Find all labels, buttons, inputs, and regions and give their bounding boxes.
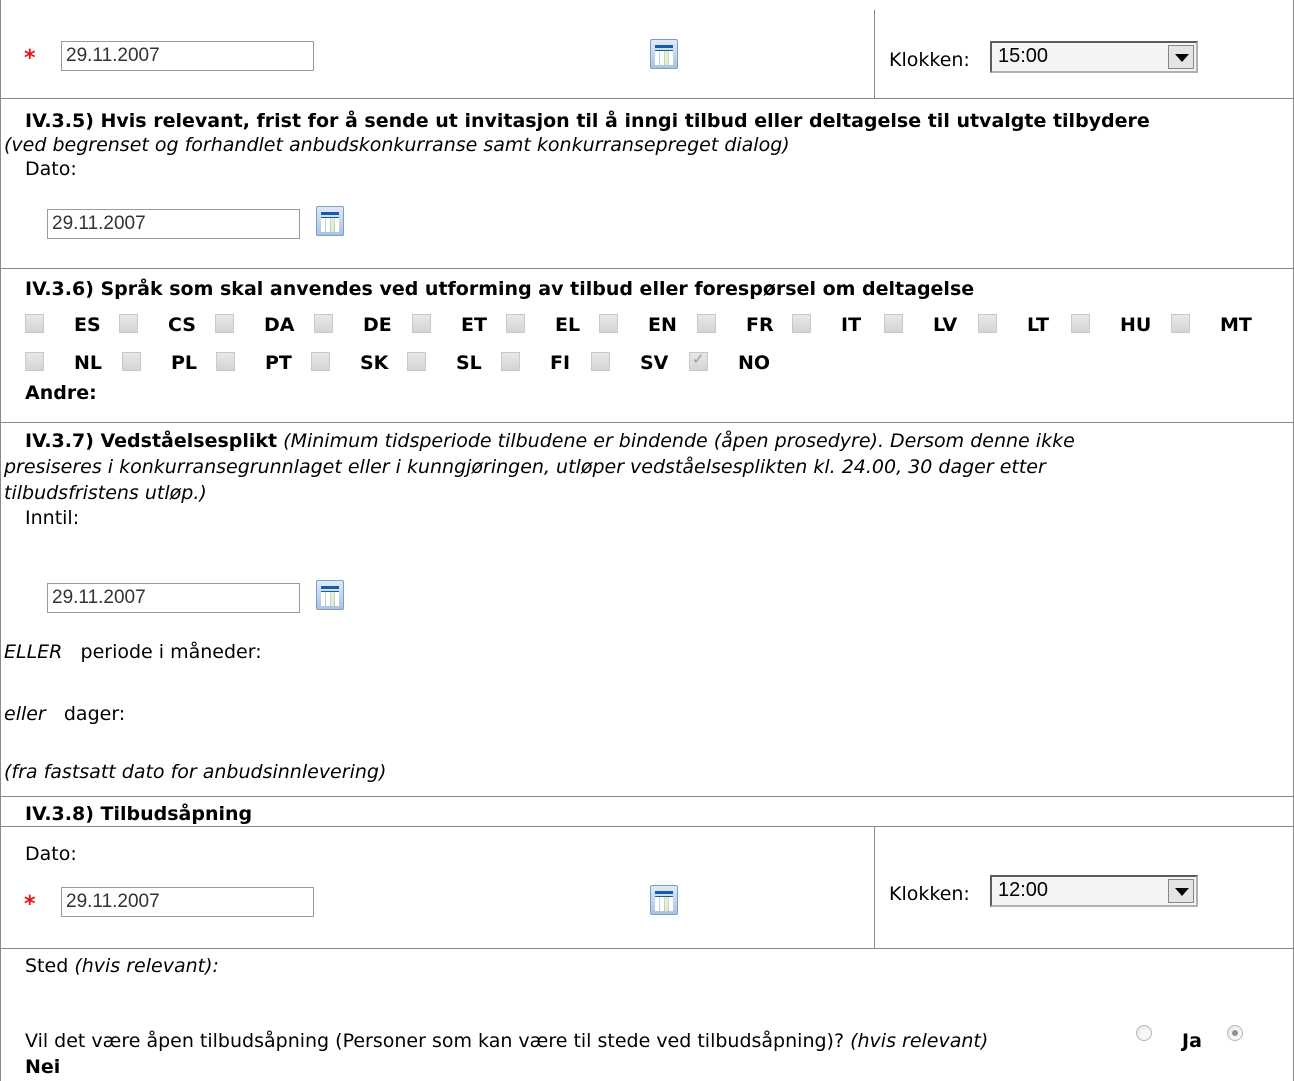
checkbox-da[interactable]: [215, 314, 234, 333]
checkbox-it[interactable]: [792, 314, 811, 333]
calendar-icon[interactable]: [650, 885, 678, 915]
from-date-note: (fra fastsatt dato for anbudsinnlevering…: [4, 761, 387, 783]
lang-label-es: ES: [74, 314, 101, 336]
checkbox-nl[interactable]: [25, 352, 44, 371]
section-note-437-line3: tilbudsfristens utløp.): [4, 482, 207, 504]
months-line: ELLER periode i måneder:: [4, 641, 262, 663]
until-date-input[interactable]: 29.11.2007: [47, 583, 300, 613]
lang-label-da: DA: [264, 314, 295, 336]
checkbox-hu[interactable]: [1071, 314, 1090, 333]
checkbox-de[interactable]: [314, 314, 333, 333]
or-lower-label: eller: [4, 703, 46, 725]
lang-label-mt: MT: [1220, 314, 1252, 336]
date-label-435: Dato:: [25, 158, 77, 180]
lang-label-no: NO: [738, 352, 771, 374]
chevron-down-icon[interactable]: [1168, 879, 1194, 903]
lang-label-lv: LV: [933, 314, 958, 336]
row-divider: [0, 268, 1294, 269]
days-label: dager:: [63, 703, 126, 725]
checkbox-no[interactable]: [689, 350, 708, 371]
checkbox-et[interactable]: [412, 314, 431, 333]
place-line: Sted (hvis relevant):: [25, 955, 219, 977]
checkbox-sv[interactable]: [591, 352, 610, 371]
row-divider: [0, 98, 1294, 99]
checkbox-fi[interactable]: [501, 352, 520, 371]
section-note-435: (ved begrenset og forhandlet anbudskonku…: [4, 134, 790, 156]
lang-label-pt: PT: [265, 352, 292, 374]
lang-label-et: ET: [461, 314, 487, 336]
no-label: Nei: [25, 1056, 61, 1078]
section-heading-435: IV.3.5) Hvis relevant, frist for å sende…: [25, 110, 1150, 132]
other-languages-label: Andre:: [25, 382, 97, 404]
opening-time-value: 12:00: [998, 879, 1049, 901]
left-border: [0, 0, 1, 1081]
required-star: *: [24, 46, 36, 71]
row-divider: [0, 948, 1294, 949]
checkbox-mt[interactable]: [1171, 314, 1190, 333]
lang-label-cs: CS: [168, 314, 196, 336]
checkbox-cs[interactable]: [119, 314, 138, 333]
opening-date-input[interactable]: 29.11.2007: [61, 887, 314, 917]
row-divider: [0, 826, 1294, 827]
radio-no[interactable]: [1227, 1025, 1243, 1041]
section-heading-437-line: IV.3.7) Vedståelsesplikt (Minimum tidspe…: [25, 430, 1075, 452]
lang-label-el: EL: [555, 314, 581, 336]
place-label: Sted: [25, 955, 69, 977]
checkbox-pl[interactable]: [122, 352, 141, 371]
opening-col-divider: [874, 826, 875, 948]
until-label: Inntil:: [25, 507, 80, 529]
lang-label-nl: NL: [74, 352, 103, 374]
lang-label-sk: SK: [360, 352, 389, 374]
checkbox-es[interactable]: [25, 314, 44, 333]
lang-label-de: DE: [363, 314, 392, 336]
checkbox-sl[interactable]: [407, 352, 426, 371]
date-label-438: Dato:: [25, 843, 77, 865]
lang-label-fi: FI: [550, 352, 571, 374]
open-note: (hvis relevant): [850, 1030, 989, 1052]
lang-label-pl: PL: [171, 352, 198, 374]
deadline-date-input[interactable]: 29.11.2007: [61, 41, 314, 71]
time-select[interactable]: 15:00: [990, 41, 1198, 73]
days-line: eller dager:: [4, 703, 125, 725]
checkbox-lt[interactable]: [978, 314, 997, 333]
invitation-date-input[interactable]: 29.11.2007: [47, 209, 300, 239]
checkbox-en[interactable]: [599, 314, 618, 333]
calendar-icon[interactable]: [316, 580, 344, 610]
calendar-icon[interactable]: [316, 206, 344, 236]
chevron-down-icon[interactable]: [1168, 45, 1194, 69]
checkbox-pt[interactable]: [216, 352, 235, 371]
section-note-437-line2: presiseres i konkurransegrunnlaget eller…: [4, 456, 1046, 478]
calendar-icon[interactable]: [650, 39, 678, 69]
lang-label-sl: SL: [456, 352, 482, 374]
lang-label-sv: SV: [640, 352, 669, 374]
time-label: Klokken:: [889, 883, 970, 905]
required-star: *: [24, 892, 36, 917]
open-question: Vil det være åpen tilbudsåpning (Persone…: [25, 1030, 845, 1052]
section-heading-438: IV.3.8) Tilbudsåpning: [25, 803, 253, 825]
months-label: periode i måneder:: [80, 641, 262, 663]
time-select-value: 15:00: [998, 45, 1049, 67]
section-heading-437: IV.3.7) Vedståelsesplikt: [25, 430, 278, 452]
top-col-divider: [874, 10, 875, 98]
or-upper-label: ELLER: [4, 641, 63, 663]
section-heading-436: IV.3.6) Språk som skal anvendes ved utfo…: [25, 278, 975, 300]
checkbox-el[interactable]: [506, 314, 525, 333]
lang-label-en: EN: [648, 314, 677, 336]
lang-label-hu: HU: [1120, 314, 1152, 336]
checkbox-lv[interactable]: [884, 314, 903, 333]
lang-label-lt: LT: [1027, 314, 1049, 336]
open-question-line: Vil det være åpen tilbudsåpning (Persone…: [25, 1030, 988, 1052]
lang-label-fr: FR: [746, 314, 774, 336]
radio-yes[interactable]: [1136, 1025, 1152, 1041]
time-label: Klokken:: [889, 49, 970, 71]
opening-time-select[interactable]: 12:00: [990, 875, 1198, 907]
place-note: (hvis relevant):: [74, 955, 219, 977]
lang-label-it: IT: [841, 314, 862, 336]
checkbox-fr[interactable]: [697, 314, 716, 333]
checkbox-sk[interactable]: [311, 352, 330, 371]
section-note-437-line1: (Minimum tidsperiode tilbudene er binden…: [283, 430, 1075, 452]
row-divider: [0, 796, 1294, 797]
row-divider: [0, 422, 1294, 423]
yes-label: Ja: [1182, 1030, 1202, 1052]
